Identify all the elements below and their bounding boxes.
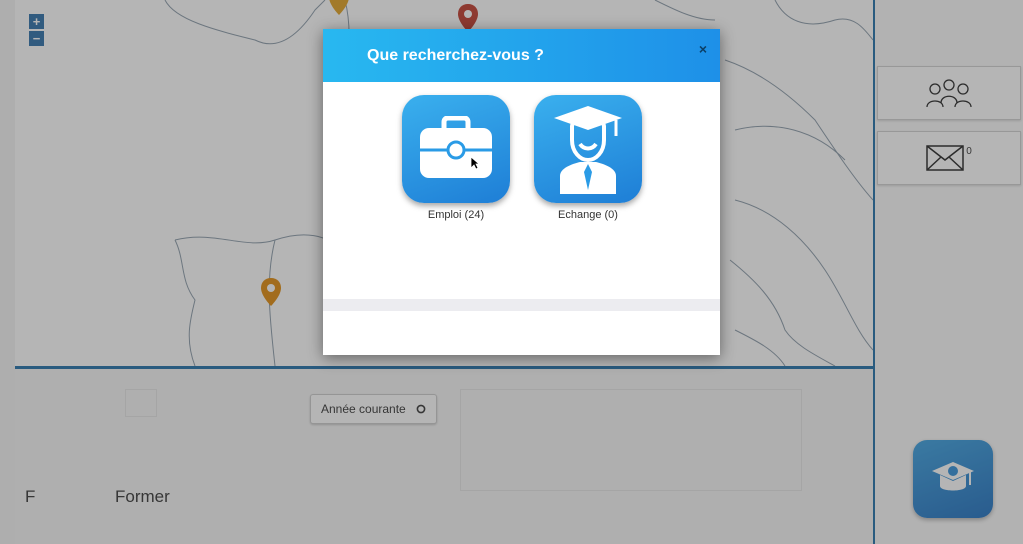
echange-tile[interactable] (534, 95, 642, 203)
mouse-cursor-icon (470, 156, 480, 170)
modal-footer-bar (323, 299, 720, 311)
option-emploi[interactable]: Emploi (24) (391, 95, 521, 221)
emploi-tile[interactable] (402, 95, 510, 203)
briefcase-icon (420, 116, 492, 178)
emploi-label: Emploi (24) (427, 209, 485, 221)
modal-header: Que recherchez-vous ? × (323, 29, 720, 82)
option-echange[interactable]: Echange (0) (523, 95, 653, 221)
search-modal: Que recherchez-vous ? × Emploi (24) Echa… (323, 29, 720, 355)
modal-title: Que recherchez-vous ? (367, 47, 544, 64)
app-root: + − 0 Année courante F Former Que recher… (0, 0, 1023, 544)
graduate-student-icon (554, 106, 622, 194)
echange-label: Echange (0) (558, 209, 618, 221)
close-button[interactable]: × (699, 41, 707, 57)
